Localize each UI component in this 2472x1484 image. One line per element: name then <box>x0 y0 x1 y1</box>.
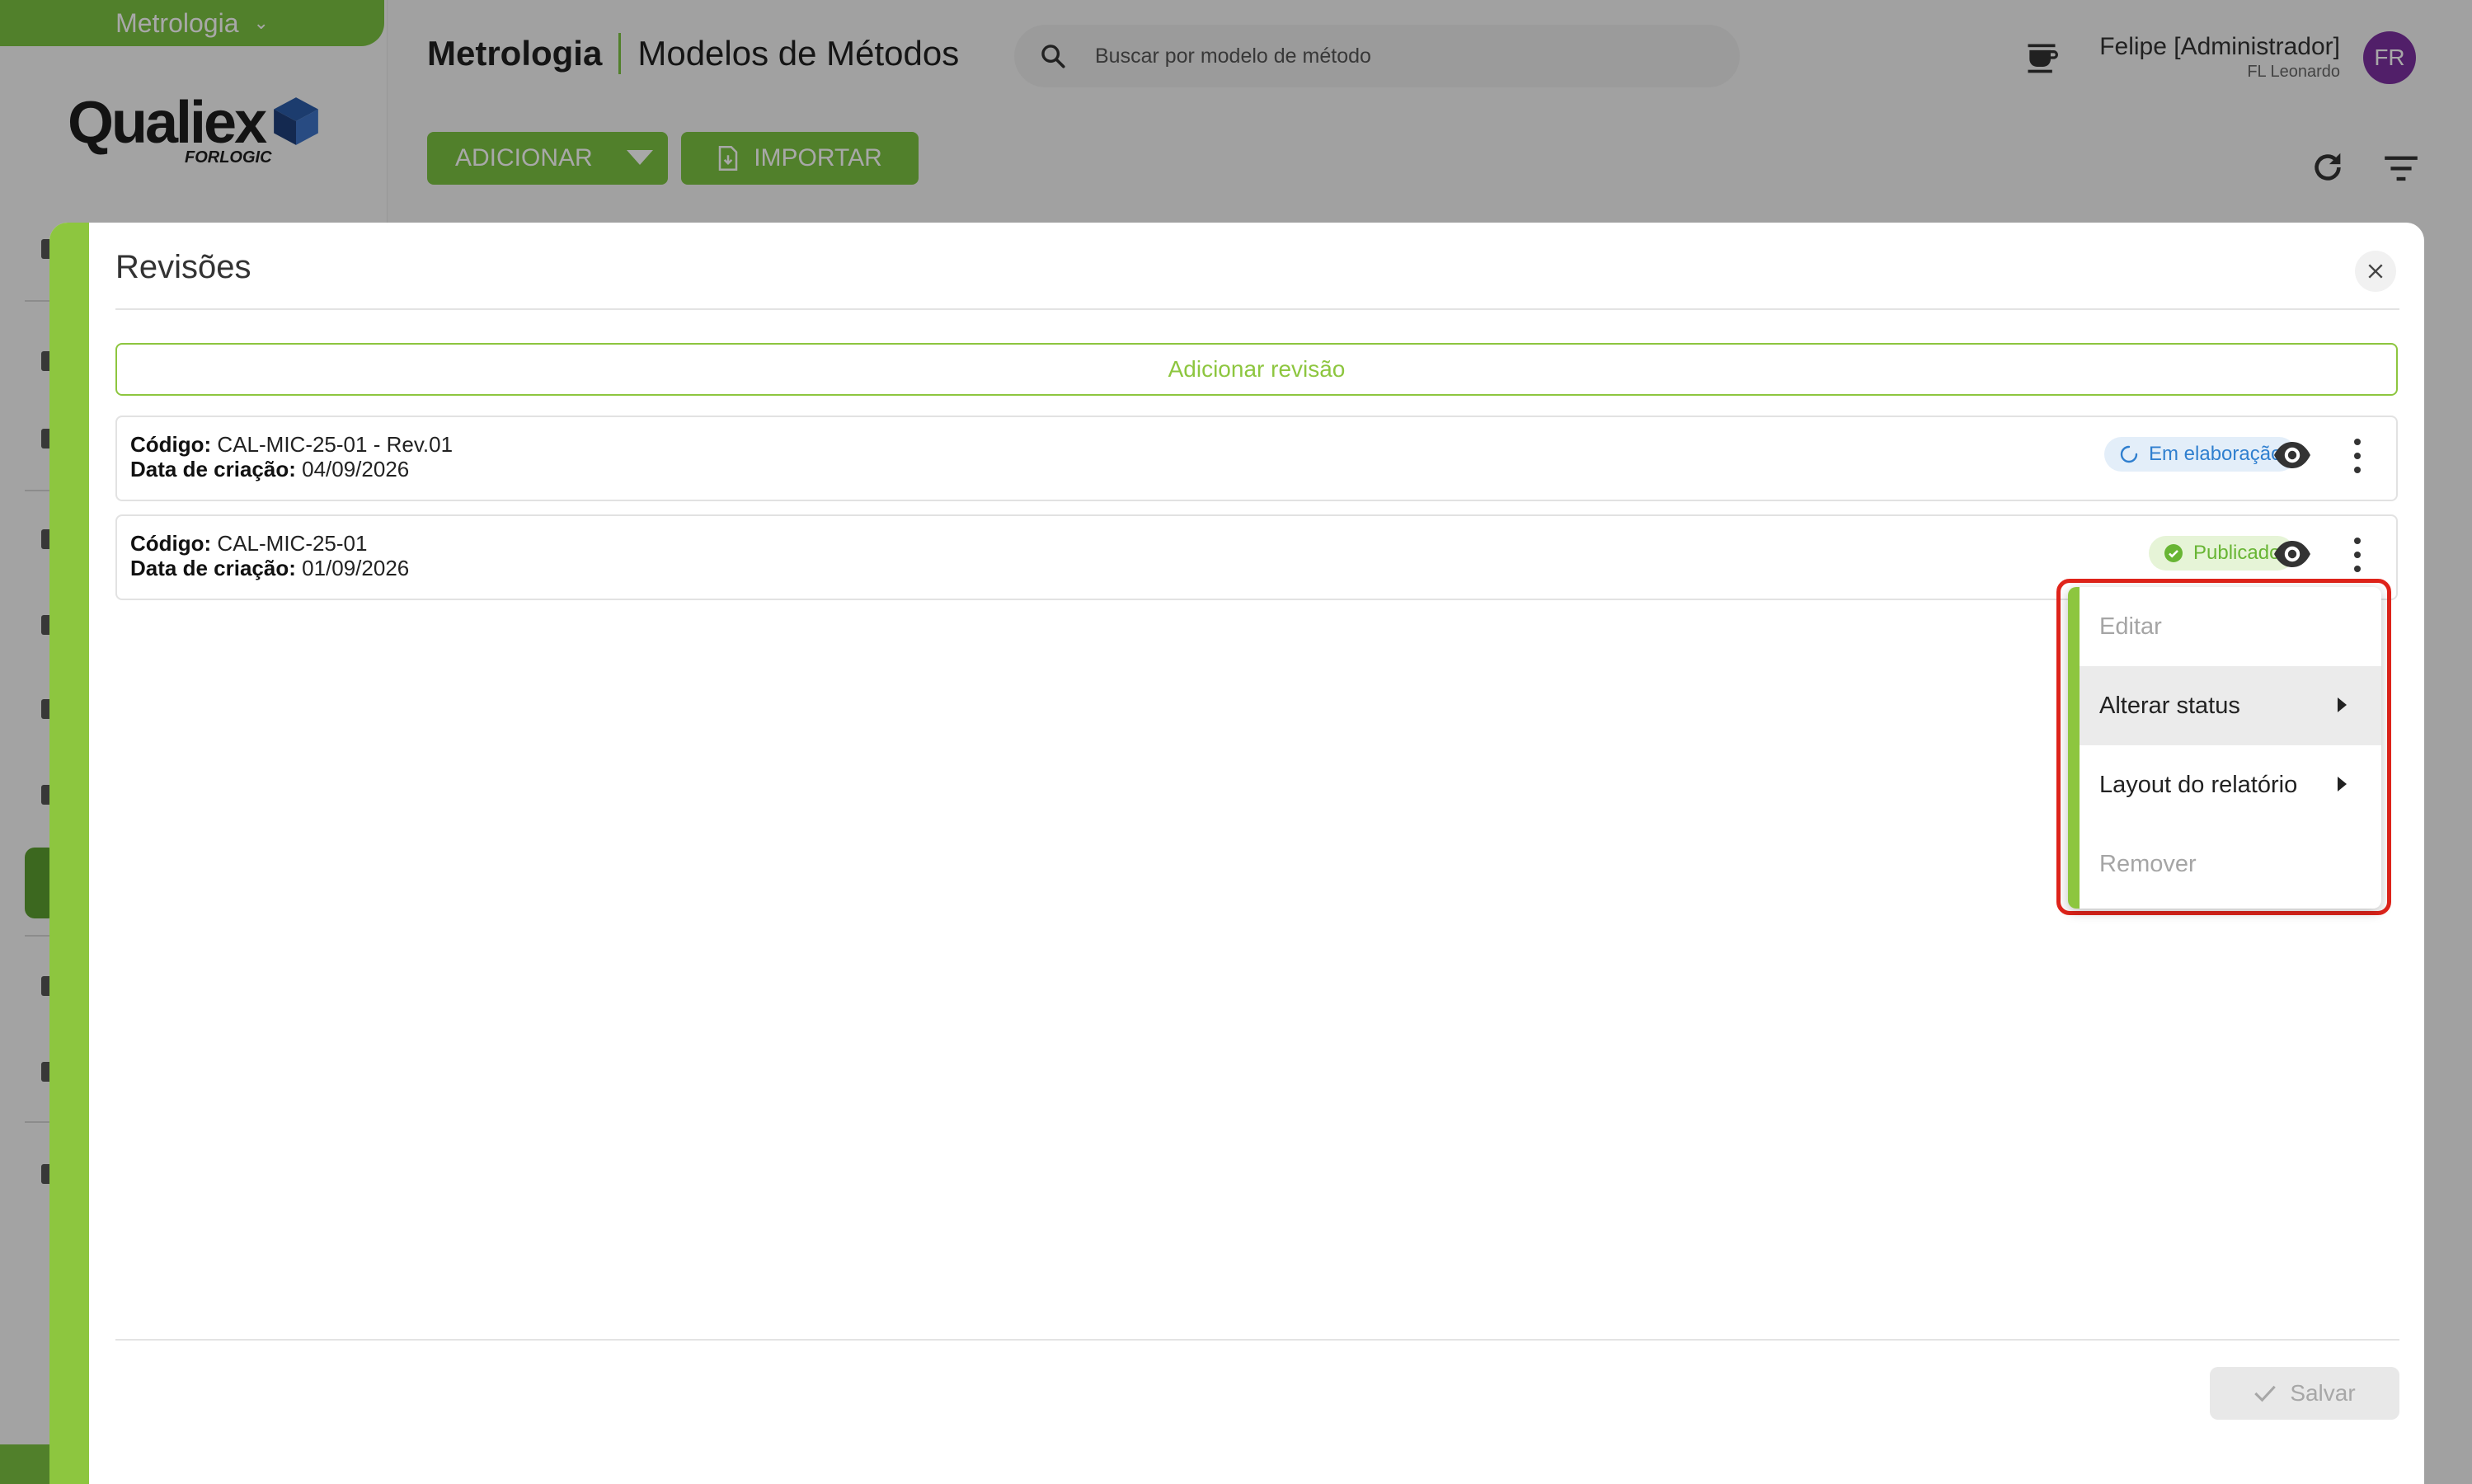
status-badge: Em elaboração <box>2104 437 2297 472</box>
eye-icon[interactable] <box>2272 539 2312 569</box>
more-options-icon[interactable] <box>2352 439 2363 473</box>
modal-title: Revisões <box>115 249 251 285</box>
code-label: Código: <box>130 432 212 457</box>
revision-card: Código: CAL-MIC-25-01 - Rev.01 Data de c… <box>115 416 2398 501</box>
save-button-label: Salvar <box>2290 1380 2356 1406</box>
modal-divider <box>115 308 2399 310</box>
status-badge-label: Em elaboração <box>2149 443 2282 465</box>
date-label: Data de criação: <box>130 556 296 580</box>
save-button[interactable]: Salvar <box>2210 1367 2399 1420</box>
caret-right-icon <box>2338 777 2347 791</box>
menu-item-label: Remover <box>2099 850 2197 877</box>
check-icon <box>2254 1385 2277 1402</box>
menu-item-remove[interactable]: Remover <box>2080 824 2381 904</box>
status-badge-label: Publicado <box>2193 542 2281 564</box>
menu-item-label: Layout do relatório <box>2099 771 2298 798</box>
menu-item-label: Editar <box>2099 613 2162 640</box>
menu-item-change-status[interactable]: Alterar status <box>2080 666 2381 745</box>
add-revision-button[interactable]: Adicionar revisão <box>115 343 2398 396</box>
context-menu: Editar Alterar status Layout do relatóri… <box>2068 587 2381 909</box>
close-icon <box>2368 264 2383 279</box>
revision-date: 04/09/2026 <box>302 457 410 481</box>
menu-item-edit[interactable]: Editar <box>2080 587 2381 666</box>
close-button[interactable] <box>2355 251 2396 292</box>
modal-accent-bar <box>49 223 89 1484</box>
revision-date: 01/09/2026 <box>302 556 410 580</box>
menu-item-label: Alterar status <box>2099 692 2240 719</box>
more-options-icon[interactable] <box>2352 538 2363 572</box>
revision-code: CAL-MIC-25-01 <box>217 531 368 556</box>
menu-accent-bar <box>2068 587 2080 909</box>
revision-card: Código: CAL-MIC-25-01 Data de criação: 0… <box>115 514 2398 600</box>
revision-code: CAL-MIC-25-01 - Rev.01 <box>217 432 454 457</box>
caret-right-icon <box>2338 697 2347 712</box>
date-label: Data de criação: <box>130 457 296 481</box>
footer-divider <box>115 1339 2399 1341</box>
check-circle-icon <box>2164 544 2183 562</box>
menu-item-report-layout[interactable]: Layout do relatório <box>2080 745 2381 824</box>
code-label: Código: <box>130 531 212 556</box>
loading-spinner-icon <box>2120 445 2138 463</box>
eye-icon[interactable] <box>2272 440 2312 470</box>
